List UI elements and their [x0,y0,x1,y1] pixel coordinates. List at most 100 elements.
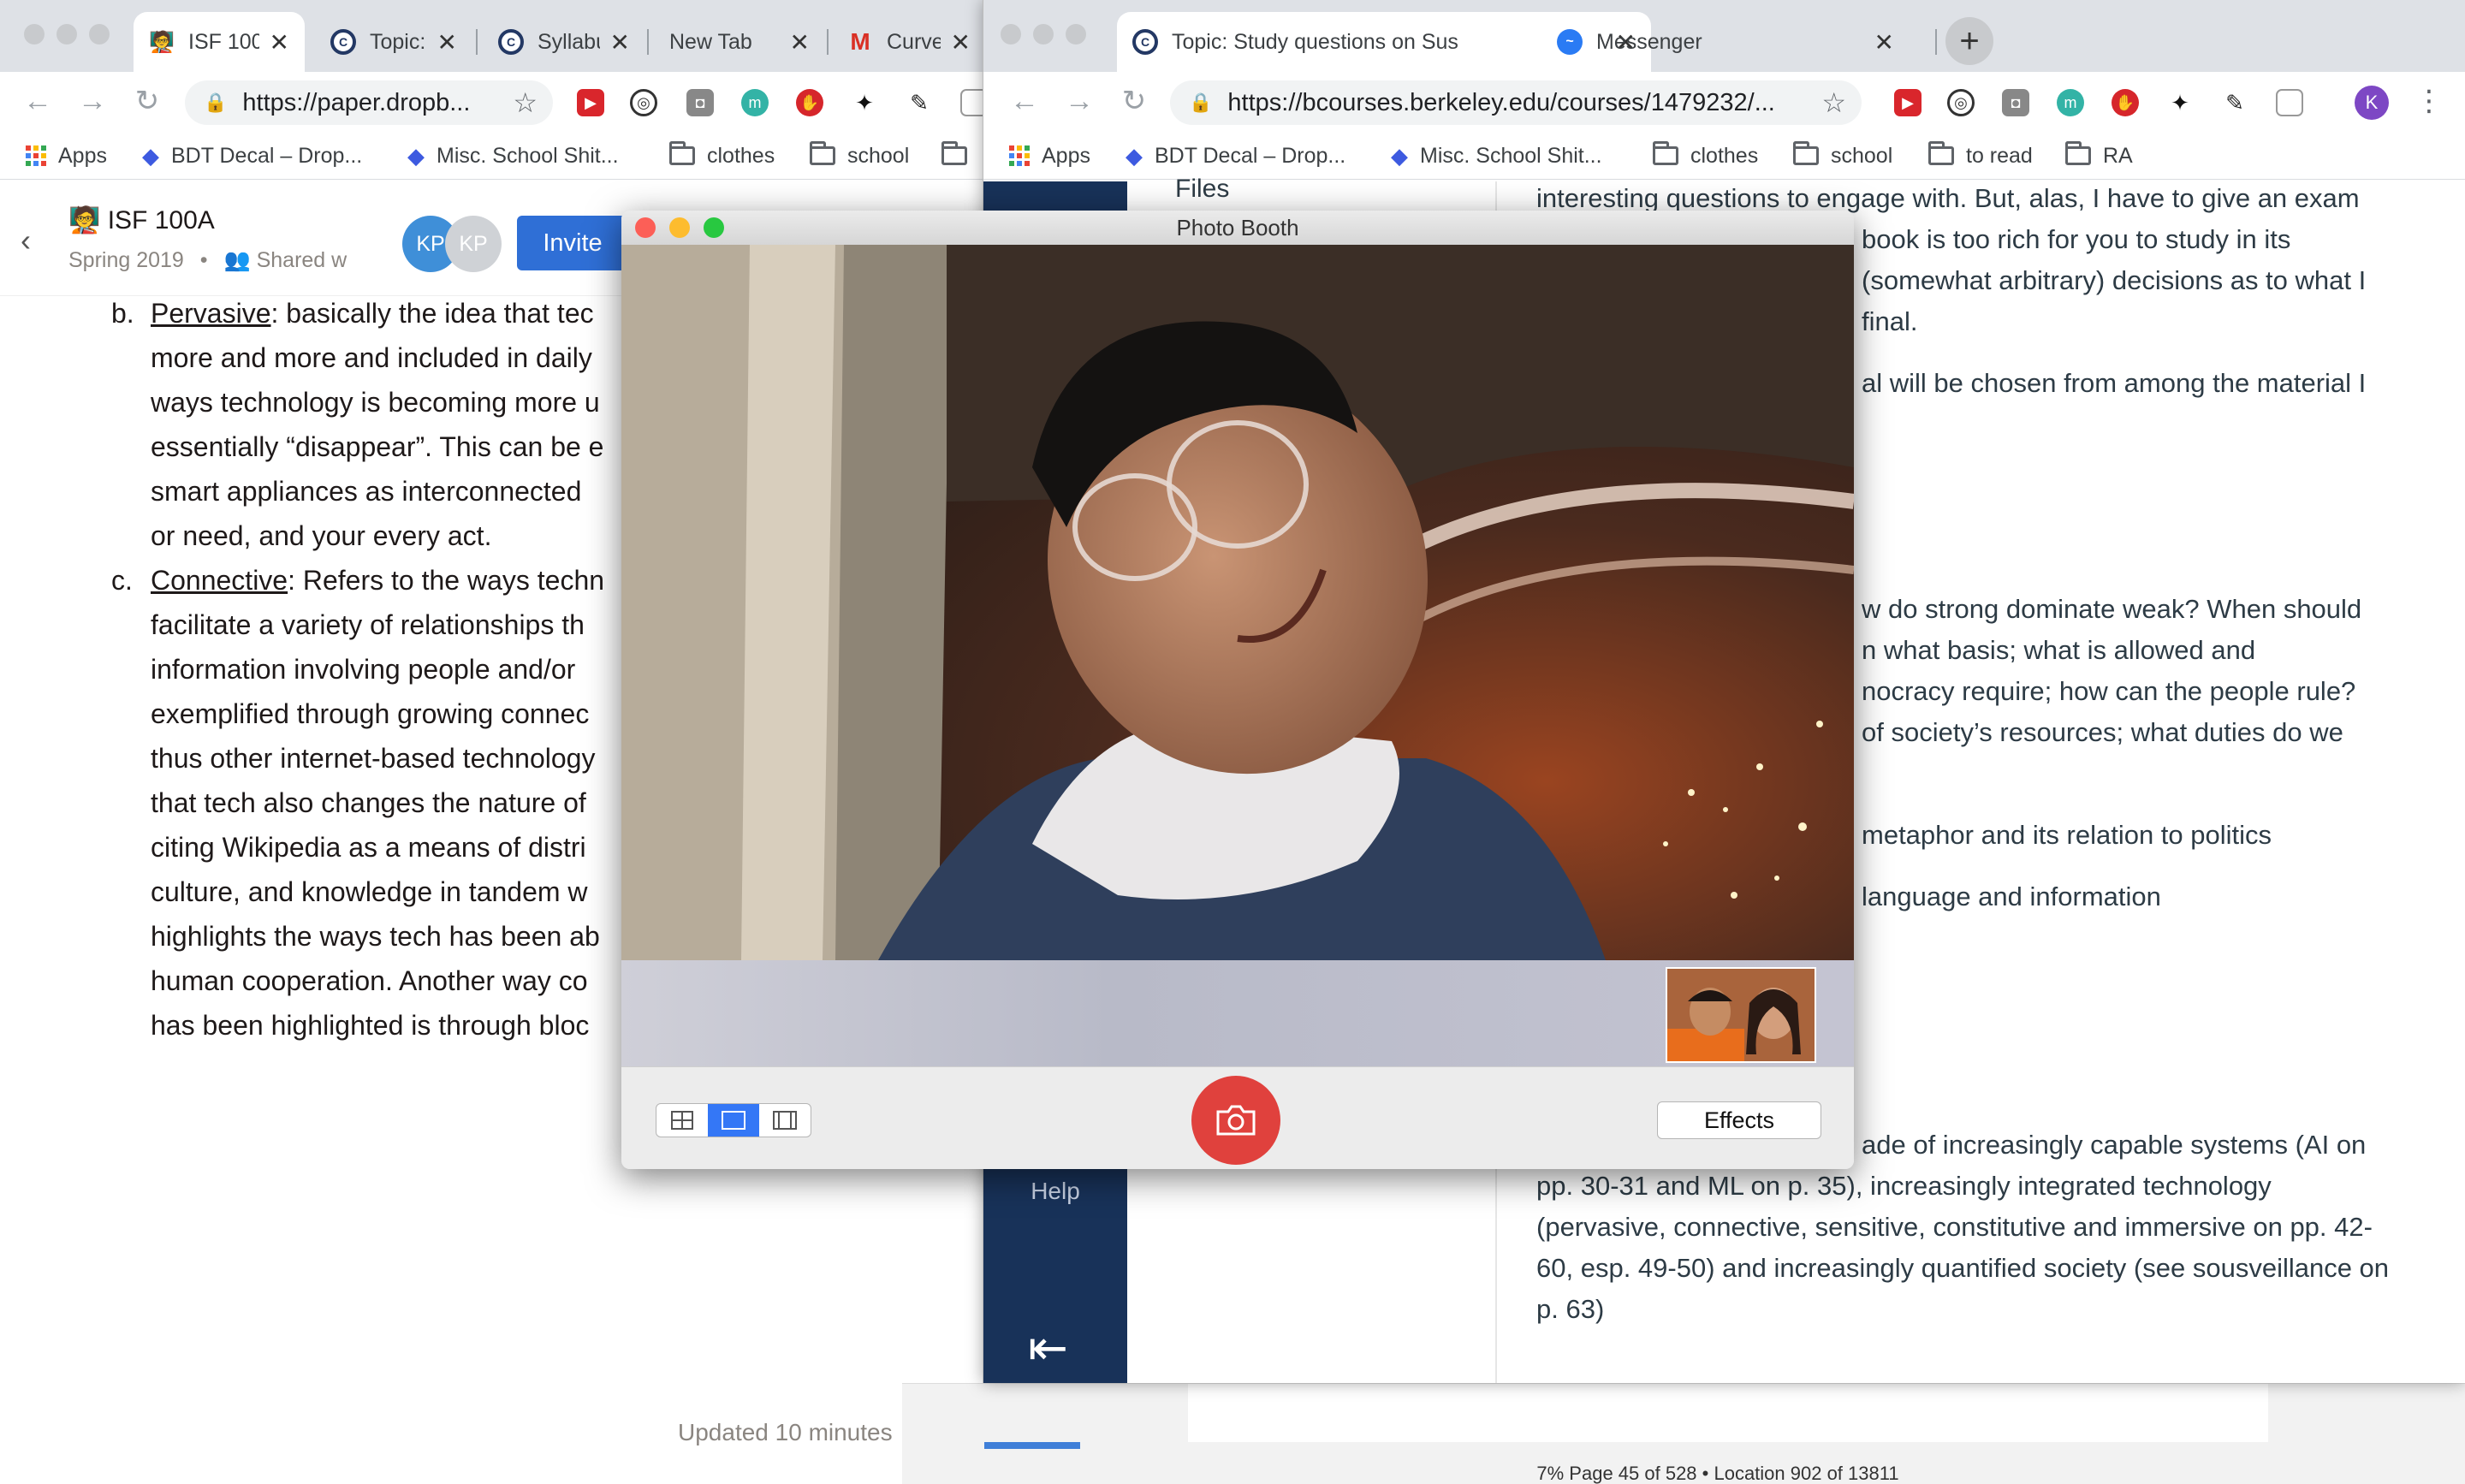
close-window-button[interactable] [1001,24,1021,45]
bookmark-folder-overflow[interactable] [941,140,979,171]
window-controls [24,24,110,45]
isf-emoji-icon: 🧑‍🏫 [68,206,108,234]
address-bar[interactable]: 🔒 https://paper.dropb... ☆ [185,80,553,125]
layout-extension-icon[interactable] [960,89,984,116]
tab-divider [647,29,649,55]
photo-booth-titlebar: Photo Booth [621,211,1854,245]
window-title: Photo Booth [1176,215,1299,240]
bird-extension-icon[interactable]: ✦ [2166,89,2194,116]
tab-new-tab[interactable]: New Tab ✕ [654,12,825,72]
kindle-reader-footer: 7% Page 45 of 528 • Location 902 of 1381… [902,1383,2465,1484]
minimize-window-button[interactable] [56,24,77,45]
camera-icon [1216,1105,1256,1136]
bookmark-clothes[interactable]: clothes [669,140,775,171]
invite-button[interactable]: Invite [517,216,628,270]
apps-grid-icon [1009,145,1030,166]
eyedropper-extension-icon[interactable]: ✎ [906,89,933,116]
nav-help[interactable]: Help [983,1178,1127,1205]
layout-extension-icon[interactable] [2276,89,2303,116]
tab-topic[interactable]: C Topic: Study questions ✕ [315,12,472,72]
camera-extension-icon[interactable]: ◘ [686,89,714,116]
zoom-window-button[interactable] [89,24,110,45]
adblock-extension-icon[interactable]: ✋ [796,89,823,116]
close-tab-icon[interactable]: ✕ [1874,28,1894,56]
window-controls [635,217,724,238]
tab-messenger[interactable]: ~ Messenger ✕ [1541,12,1910,72]
tab-divider [1935,29,1937,55]
reload-icon[interactable]: ↻ [1115,82,1153,120]
bookmark-clothes[interactable]: clothes [1653,140,1758,171]
bird-extension-icon[interactable]: ✦ [851,89,878,116]
close-tab-icon[interactable]: ✕ [610,28,630,56]
bookmark-misc-school[interactable]: ◆ Misc. School Shit... [407,140,619,171]
course-menu-files[interactable]: Files [1175,175,1229,204]
sharing-status[interactable]: Shared w [257,248,347,272]
zoom-window-button[interactable] [704,217,724,238]
view-mode-selector [656,1103,811,1137]
tab-strip: 🧑‍🏫 ISF 100A ✕ C Topic: Study questions … [0,0,984,72]
close-window-button[interactable] [635,217,656,238]
folder-icon [1793,141,1819,165]
grid-view-icon[interactable] [656,1104,708,1137]
m-extension-icon[interactable]: m [2057,89,2084,116]
doc-title[interactable]: 🧑‍🏫 ISF 100A [68,205,215,235]
camera-extension-icon[interactable]: ◘ [2002,89,2029,116]
youtube-extension-icon[interactable]: ▶ [1894,89,1922,116]
close-tab-icon[interactable]: ✕ [437,28,457,56]
close-tab-icon[interactable]: ✕ [951,28,971,56]
back-icon[interactable]: ← [19,82,56,120]
bookmark-to-read[interactable]: to read [1928,140,2033,171]
bookmark-ra[interactable]: RA [2065,140,2133,171]
photo-thumbnail[interactable] [1666,967,1816,1063]
bookmark-apps[interactable]: Apps [1009,140,1090,171]
profile-avatar[interactable]: K [2355,86,2389,120]
minimize-window-button[interactable] [1033,24,1054,45]
bookmark-school[interactable]: school [810,140,909,171]
bookmark-star-icon[interactable]: ☆ [513,86,538,119]
zoom-window-button[interactable] [1066,24,1086,45]
camera-feed-image [621,245,1854,960]
m-extension-icon[interactable]: m [741,89,769,116]
tab-syllabus[interactable]: C Syllabus ✕ [483,12,645,72]
tab-curve[interactable]: M Curve ✕ [832,12,984,72]
forward-icon[interactable]: → [1060,82,1098,120]
avatar[interactable]: KP [445,216,502,272]
reload-icon[interactable]: ↻ [128,82,166,120]
adblock-extension-icon[interactable]: ✋ [2112,89,2139,116]
folder-icon [669,141,695,165]
effects-button[interactable]: Effects [1657,1101,1821,1139]
reading-status: 7% Page 45 of 528 • Location 902 of 1381… [1536,1463,1899,1484]
close-window-button[interactable] [24,24,45,45]
filmstrip-icon[interactable] [759,1104,811,1137]
reading-progress-bar [984,1442,1080,1449]
camera-preview [621,245,1854,960]
eyedropper-extension-icon[interactable]: ✎ [2221,89,2248,116]
doc-subtitle: Spring 2019 • 👥 Shared w [68,248,347,272]
bookmark-apps[interactable]: Apps [26,140,107,171]
close-tab-icon[interactable]: ✕ [270,28,289,56]
menu-kebab-icon[interactable]: ⋮ [2415,84,2444,118]
address-bar[interactable]: 🔒 https://bcourses.berkeley.edu/courses/… [1170,80,1862,125]
back-icon[interactable]: ← [1006,82,1043,120]
spiral-extension-icon[interactable]: ◎ [1947,89,1975,116]
browser-toolbar: ← → ↻ 🔒 https://paper.dropb... ☆ ▶ ◎ ◘ m… [0,72,984,132]
collapse-nav-icon[interactable]: ⇤ [1028,1320,1068,1376]
bookmark-school[interactable]: school [1793,140,1892,171]
close-tab-icon[interactable]: ✕ [790,28,810,56]
bookmark-bdt-decal[interactable]: ◆ BDT Decal – Drop... [1126,140,1345,171]
minimize-window-button[interactable] [669,217,690,238]
single-photo-icon[interactable] [708,1104,759,1137]
tab-isf-100a[interactable]: 🧑‍🏫 ISF 100A ✕ [134,12,305,72]
new-tab-button[interactable]: + [1945,17,1993,65]
youtube-extension-icon[interactable]: ▶ [577,89,604,116]
canvas-icon: C [1132,29,1158,55]
forward-icon[interactable]: → [74,82,111,120]
folder-icon [810,141,835,165]
bookmark-bdt-decal[interactable]: ◆ BDT Decal – Drop... [142,140,362,171]
bookmark-misc-school[interactable]: ◆ Misc. School Shit... [1391,140,1602,171]
spiral-extension-icon[interactable]: ◎ [630,89,657,116]
back-chevron-icon[interactable]: ‹ [21,223,31,258]
take-photo-button[interactable] [1191,1076,1280,1165]
bookmark-star-icon[interactable]: ☆ [1821,86,1846,119]
tab-strip: C Topic: Study questions on Sus ✕ ~ Mess… [983,0,2465,72]
